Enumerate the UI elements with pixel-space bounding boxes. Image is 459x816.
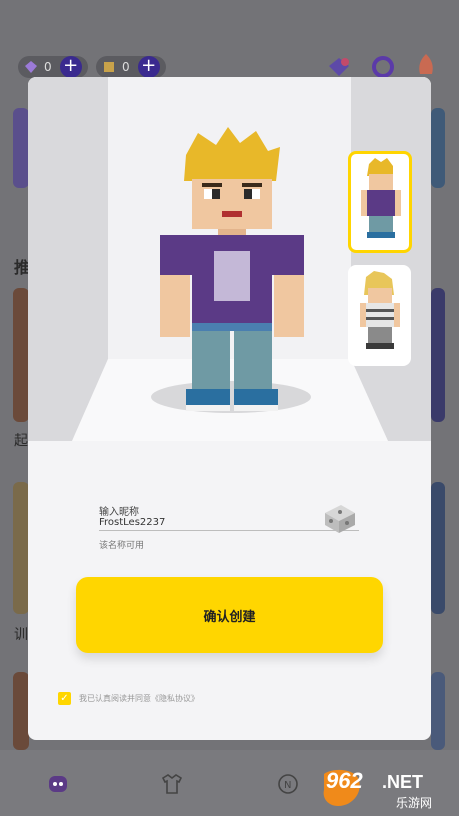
background-game-thumb-3-right xyxy=(431,672,445,750)
nickname-available-hint: 该名称可用 xyxy=(99,541,145,551)
character-option-boy[interactable] xyxy=(348,151,412,253)
currency-gems: 0 + xyxy=(18,56,88,78)
nickname-underline xyxy=(99,530,359,531)
background-game-thumb-2 xyxy=(13,482,29,614)
random-dice-icon[interactable] xyxy=(321,501,359,535)
site-watermark: 962 .NET 乐游网 xyxy=(318,766,456,812)
create-character-dialog: 输入昵称 FrostLes2237 该名称可用 确认创建 ✓ 我已认真阅读并同意… xyxy=(28,77,431,740)
background-row-title: 起 xyxy=(14,433,28,449)
gems-count: 0 xyxy=(44,60,52,74)
watermark-suffix: .NET xyxy=(382,772,424,792)
svg-text:N: N xyxy=(284,780,291,791)
cubes-count: 0 xyxy=(122,60,130,74)
add-gems-button[interactable]: + xyxy=(59,56,82,78)
currency-cubes: 0 + xyxy=(96,56,166,78)
watermark-number: 962 xyxy=(326,768,363,793)
confirm-create-button[interactable]: 确认创建 xyxy=(76,577,383,653)
character-option-girl[interactable] xyxy=(348,265,411,366)
background-game-thumb-2-right xyxy=(431,482,445,614)
background-game-thumb xyxy=(13,288,29,422)
nickname-label: 输入昵称 xyxy=(99,507,139,518)
watermark-site: 乐游网 xyxy=(396,796,433,810)
background-game-thumb-right xyxy=(431,288,445,422)
nickname-input[interactable]: FrostLes2237 xyxy=(99,517,165,528)
agreement-checkbox[interactable]: ✓ xyxy=(58,692,71,705)
gem-icon xyxy=(25,61,37,73)
add-cubes-button[interactable]: + xyxy=(137,56,160,78)
nav-chat-icon[interactable]: N xyxy=(276,772,300,796)
notification-icon[interactable] xyxy=(414,52,438,80)
nav-wardrobe-icon[interactable] xyxy=(160,772,184,796)
nav-home-icon[interactable] xyxy=(46,772,70,796)
cube-icon xyxy=(104,62,114,72)
agreement-text[interactable]: 我已认真阅读并同意《隐私协议》 xyxy=(79,693,199,704)
character-avatar[interactable] xyxy=(156,127,306,417)
agreement-row[interactable]: ✓ 我已认真阅读并同意《隐私协议》 xyxy=(58,692,199,705)
background-row-title-2: 训 xyxy=(14,627,28,643)
background-banner xyxy=(13,108,29,188)
background-banner-right xyxy=(431,108,445,188)
background-game-thumb-3 xyxy=(13,672,29,750)
character-option-girl-thumb xyxy=(360,271,400,349)
character-preview-stage xyxy=(28,77,431,441)
character-option-boy-thumb xyxy=(361,158,401,238)
